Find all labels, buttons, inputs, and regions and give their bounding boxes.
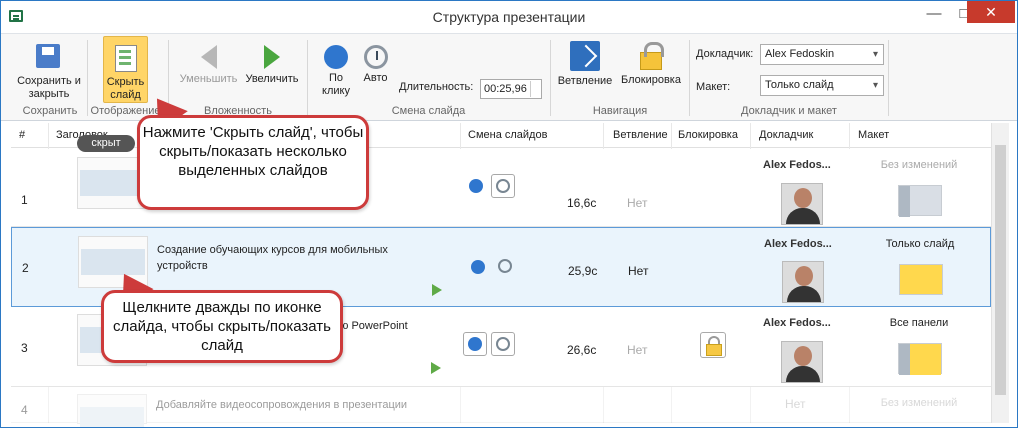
speaker-label: Докладчик:	[696, 48, 754, 60]
layout-label: Макет:	[696, 81, 731, 93]
hide-slide-callout: Нажмите 'Скрыть слайд', чтобы скрыть/пок…	[137, 115, 369, 210]
auto-button[interactable]: Авто	[358, 36, 393, 106]
auto-label: Авто	[363, 72, 388, 84]
arrow-right-icon	[431, 362, 441, 374]
click-icon[interactable]	[463, 332, 487, 356]
slide-branch: Нет	[627, 196, 648, 210]
branch-icon	[570, 41, 600, 71]
slide-branch: Нет	[785, 397, 806, 411]
branch-label: Ветвление	[557, 75, 613, 87]
lock-label: Блокировка	[621, 74, 681, 86]
lock-icon	[640, 42, 664, 70]
hide-slide-button[interactable]: Скрыть слайд	[103, 36, 148, 103]
slide-layout: Без изменений	[880, 397, 958, 409]
double-click-callout: Щелкните дважды по иконке слайда, чтобы …	[101, 290, 343, 363]
navigation-group-label: Навигация	[592, 105, 648, 117]
row-number: 2	[22, 261, 29, 275]
ribbon-separator	[689, 40, 690, 116]
duration-label: Длительность:	[399, 81, 474, 93]
vertical-scrollbar[interactable]	[991, 123, 1009, 423]
ribbon-separator	[888, 40, 889, 116]
lock-button[interactable]: Блокировка	[617, 36, 685, 106]
hide-slide-label: Скрыть слайд	[106, 76, 145, 101]
minimize-button[interactable]: —	[919, 1, 949, 27]
increase-label: Увеличить	[245, 73, 299, 85]
slide-thumbnail[interactable]	[77, 394, 147, 427]
slide-duration: 16,6с	[567, 196, 597, 210]
slide-icon	[111, 43, 141, 73]
click-icon[interactable]	[471, 260, 485, 274]
presentation-structure-window: Структура презентации — □ ✕ Сохранить и …	[0, 0, 1018, 428]
decrease-level-button[interactable]: Уменьшить	[177, 36, 240, 106]
on-click-button[interactable]: По клику	[317, 36, 355, 106]
arrow-left-icon	[200, 45, 217, 69]
layout-select[interactable]: Только слайд	[760, 75, 884, 96]
slide-branch: Нет	[627, 343, 648, 357]
slide-duration: 25,9с	[568, 264, 598, 278]
avatar	[781, 183, 823, 225]
slide-speaker: Alex Fedos...	[764, 238, 832, 250]
scrollbar-thumb[interactable]	[995, 145, 1006, 395]
slide-layout: Без изменений	[880, 159, 958, 171]
table-row[interactable]: 4 Добавляйте видеосопровождения в презен…	[11, 387, 991, 427]
slide-duration: 26,6с	[567, 343, 597, 357]
speaker-select[interactable]: Alex Fedoskin	[760, 44, 884, 65]
slide-layout: Все панели	[889, 317, 949, 329]
layout-preview	[898, 185, 942, 217]
stopwatch-icon	[363, 45, 388, 69]
slide-branch: Нет	[628, 264, 649, 278]
speaker-value: Alex Fedoskin	[765, 48, 835, 60]
avatar	[782, 261, 824, 303]
slide-title: Создание обучающих курсов для мобильных …	[157, 244, 388, 272]
ribbon-separator	[550, 40, 551, 116]
window-title: Структура презентации	[432, 9, 586, 25]
save-icon	[34, 42, 64, 72]
increase-level-button[interactable]: Увеличить	[242, 36, 302, 106]
decrease-label: Уменьшить	[179, 73, 238, 85]
layout-preview	[899, 264, 943, 295]
click-icon[interactable]	[469, 179, 483, 193]
slide-layout: Только слайд	[885, 238, 955, 250]
lock-icon[interactable]	[700, 332, 726, 358]
save-group-label: Сохранить	[22, 105, 78, 117]
arrow-right-icon	[432, 284, 442, 296]
column-lock: Блокировка	[678, 129, 738, 141]
column-speaker: Докладчик	[759, 129, 814, 141]
slide-title: Добавляйте видеосопровождения в презента…	[156, 399, 408, 411]
spin-buttons[interactable]	[530, 81, 540, 97]
slide-speaker: Alex Fedos...	[763, 159, 831, 171]
stopwatch-icon[interactable]	[498, 259, 512, 273]
on-click-label: По клику	[322, 72, 350, 97]
speaker-layout-group-label: Докладчик и макет	[741, 105, 837, 117]
row-number: 1	[21, 193, 28, 207]
click-icon	[324, 45, 348, 69]
row-number: 4	[21, 403, 28, 417]
stopwatch-icon[interactable]	[491, 332, 515, 356]
column-branch: Ветвление	[613, 129, 668, 141]
layout-value: Только слайд	[765, 79, 834, 91]
slide-speaker: Alex Fedos...	[763, 317, 831, 329]
stopwatch-icon[interactable]	[491, 174, 515, 198]
branch-button[interactable]: Ветвление	[556, 36, 614, 106]
duration-value: 00:25,96	[484, 83, 527, 95]
arrow-right-icon	[264, 45, 280, 69]
save-close-label: Сохранить и закрыть	[17, 75, 81, 100]
close-button[interactable]: ✕	[967, 1, 1015, 23]
save-close-button[interactable]: Сохранить и закрыть	[16, 36, 82, 106]
duration-input[interactable]: 00:25,96	[480, 79, 542, 99]
column-layout: Макет	[858, 129, 890, 141]
layout-preview	[898, 343, 942, 375]
column-slide-change: Смена слайдов	[468, 129, 548, 141]
titlebar: Структура презентации — □ ✕	[1, 1, 1017, 33]
avatar	[781, 341, 823, 383]
hidden-slide-badge: скрыт	[77, 135, 135, 152]
column-number: #	[19, 129, 26, 141]
row-number: 3	[21, 341, 28, 355]
